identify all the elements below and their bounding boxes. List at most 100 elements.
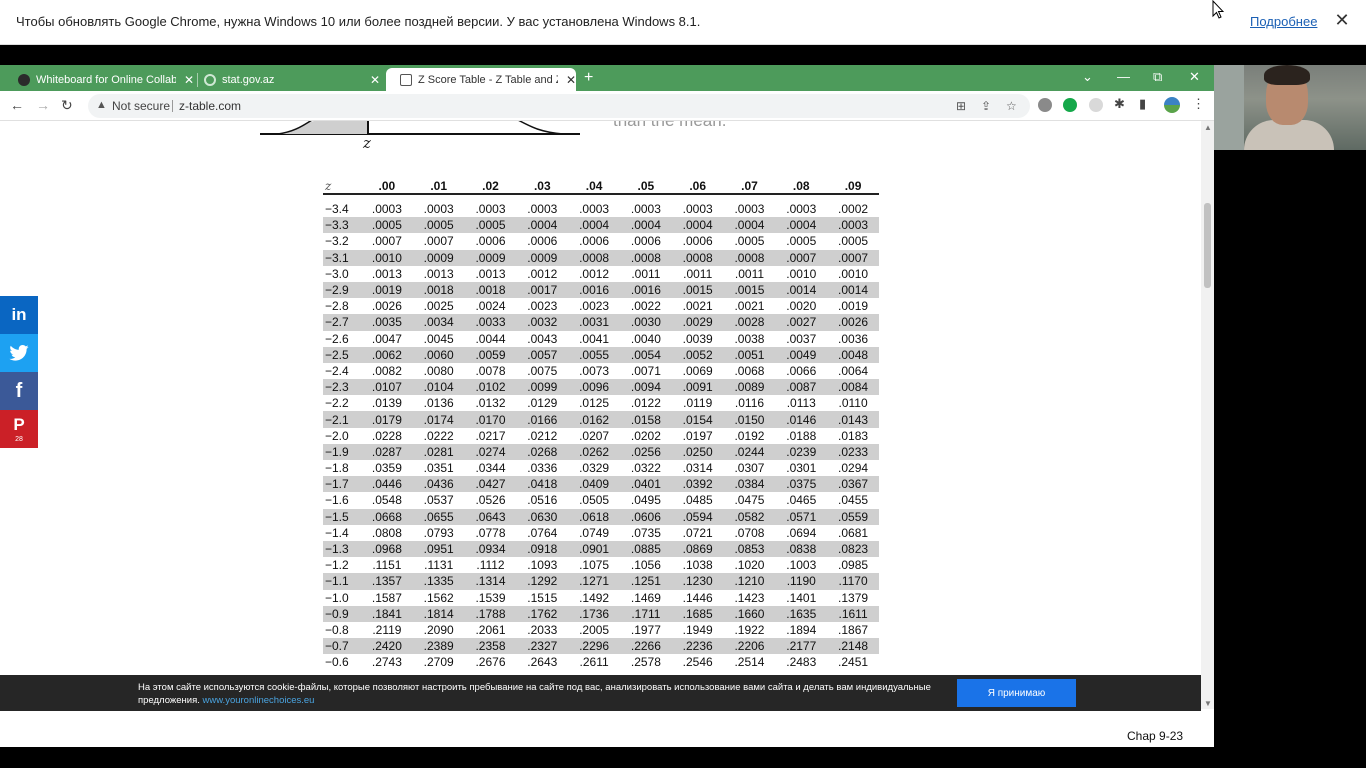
address-bar[interactable]: ▲ Not secure z-table.com ⊞ ⇪ ☆ (88, 94, 1030, 118)
table-cell: .0005 (786, 234, 817, 249)
table-cell: .0183 (838, 428, 869, 443)
table-cell: .0008 (734, 250, 765, 265)
table-cell: .0003 (734, 202, 765, 217)
warning-icon: ▲ (96, 99, 107, 111)
table-row: −0.9 .1841 .1814 .1788 .1762 .1736 .1711 .1685.… (323, 605, 879, 622)
table-cell: .2327 (527, 639, 558, 654)
scrollbar-thumb[interactable] (1204, 203, 1211, 288)
table-cell: .1075 (579, 558, 610, 573)
table-cell: .0446 (371, 477, 402, 492)
row-z-value: −1.5 (325, 509, 349, 524)
table-cell: .0051 (734, 347, 765, 362)
reload-button[interactable]: ↻ (61, 97, 73, 114)
learn-more-link[interactable]: Подробнее (1250, 14, 1317, 29)
row-z-value: −2.1 (325, 412, 349, 427)
forward-button[interactable]: → (36, 97, 50, 113)
table-cell: .0571 (786, 509, 817, 524)
table-cell: .0336 (527, 461, 558, 476)
table-cell: .0005 (423, 218, 454, 233)
avatar[interactable] (1164, 97, 1180, 113)
table-cell: .0793 (423, 525, 454, 540)
share-icon[interactable]: ⇪ (981, 99, 991, 113)
table-cell: .2090 (423, 622, 454, 637)
table-cell: .0594 (682, 509, 713, 524)
table-cell: .0146 (786, 412, 817, 427)
close-icon[interactable]: ✕ (1333, 10, 1351, 31)
person-hair (1264, 65, 1310, 85)
minimize-button[interactable]: — (1117, 69, 1130, 84)
table-cell: .1711 (631, 606, 661, 621)
scroll-down-icon[interactable]: ▼ (1204, 699, 1212, 708)
table-cell: .0823 (838, 542, 869, 557)
accept-cookies-button[interactable]: Я принимаю (957, 679, 1076, 707)
vertical-scrollbar[interactable]: ▲ ▼ (1201, 121, 1214, 709)
table-cell: .0030 (630, 315, 661, 330)
table-cell: .0526 (475, 493, 506, 508)
row-z-value: −1.6 (325, 493, 349, 508)
row-z-value: −1.3 (325, 542, 349, 557)
row-z-value: −2.3 (325, 380, 349, 395)
table-cell: .2177 (786, 639, 817, 654)
table-cell: .0301 (786, 461, 817, 476)
tab-z-score-table[interactable]: Z Score Table - Z Table and Z sco ✕ (386, 68, 576, 91)
bookmark-star-icon[interactable]: ☆ (1006, 99, 1017, 113)
table-body: −3.4 .0003 .0003 .0003 .0003 .0003 .0003 .0003.… (323, 201, 879, 670)
table-cell: .2061 (475, 622, 506, 637)
pinterest-icon: P (13, 415, 25, 434)
divider (172, 100, 173, 112)
puzzle-icon[interactable]: ✱ (1114, 96, 1125, 112)
table-cell: .0375 (786, 477, 817, 492)
url-text[interactable]: z-table.com (179, 99, 241, 113)
table-cell: .0294 (838, 461, 869, 476)
table-row: −3.1 .0010 .0009 .0009 .0009 .0008 .0008 .0008.… (323, 249, 879, 266)
close-icon[interactable]: ✕ (566, 73, 576, 87)
window-close-button[interactable]: ✕ (1189, 69, 1200, 85)
menu-icon[interactable]: ⋮ (1192, 96, 1205, 112)
table-cell: .0885 (630, 542, 661, 557)
column-header: .02 (482, 179, 499, 193)
cookie-info-link[interactable]: www.youronlinechoices.eu (203, 695, 315, 706)
twitter-share-button[interactable] (0, 334, 38, 372)
extension-icon[interactable] (1038, 98, 1052, 112)
table-cell: .0069 (682, 363, 713, 378)
table-cell: .0037 (786, 331, 817, 346)
side-panel-icon[interactable]: ▮ (1139, 96, 1146, 112)
table-cell: .0023 (527, 299, 558, 314)
table-cell: .0078 (475, 363, 506, 378)
table-cell: .1492 (579, 590, 610, 605)
table-cell: .0113 (786, 396, 816, 411)
table-cell: .0022 (630, 299, 661, 314)
table-cell: .0838 (786, 542, 817, 557)
extension-icon[interactable] (1089, 98, 1103, 112)
grammarly-icon[interactable] (1063, 98, 1077, 112)
restore-button[interactable]: ⧉ (1153, 69, 1162, 85)
close-icon[interactable]: ✕ (370, 73, 380, 87)
browser-window: Whiteboard for Online Collabora ✕ stat.g… (0, 65, 1214, 747)
linkedin-share-button[interactable]: in (0, 296, 38, 334)
row-z-value: −2.0 (325, 428, 349, 443)
table-cell: .0351 (423, 461, 454, 476)
table-cell: .0154 (682, 412, 713, 427)
table-cell: .0010 (838, 266, 869, 281)
tab-search-dropdown-icon[interactable]: ⌄ (1082, 69, 1093, 85)
table-cell: .1401 (786, 590, 817, 605)
table-cell: .1762 (527, 606, 558, 621)
security-status[interactable]: Not secure (112, 99, 170, 113)
tab-stat-gov[interactable]: stat.gov.az ✕ (190, 68, 386, 91)
translate-icon[interactable]: ⊞ (956, 99, 966, 113)
table-cell: .2148 (838, 639, 869, 654)
back-button[interactable]: ← (10, 97, 24, 113)
tab-whiteboard[interactable]: Whiteboard for Online Collabora ✕ (4, 68, 194, 91)
scroll-up-icon[interactable]: ▲ (1204, 123, 1212, 132)
table-cell: .0004 (786, 218, 817, 233)
new-tab-button[interactable]: + (584, 69, 593, 87)
table-cell: .1170 (838, 574, 868, 589)
table-row: −2.1 .0179 .0174 .0170 .0166 .0162 .0158 .0154.… (323, 411, 879, 428)
table-row: −1.6 .0548 .0537 .0526 .0516 .0505 .0495 .0485.… (323, 492, 879, 508)
pinterest-share-button[interactable]: P 28 (0, 410, 38, 448)
table-cell: .0901 (579, 542, 610, 557)
facebook-share-button[interactable]: f (0, 372, 38, 410)
table-row: −3.0 .0013 .0013 .0013 .0012 .0012 .0011 .0011.… (323, 266, 879, 282)
table-cell: .1635 (786, 606, 817, 621)
table-cell: .0418 (527, 477, 558, 492)
